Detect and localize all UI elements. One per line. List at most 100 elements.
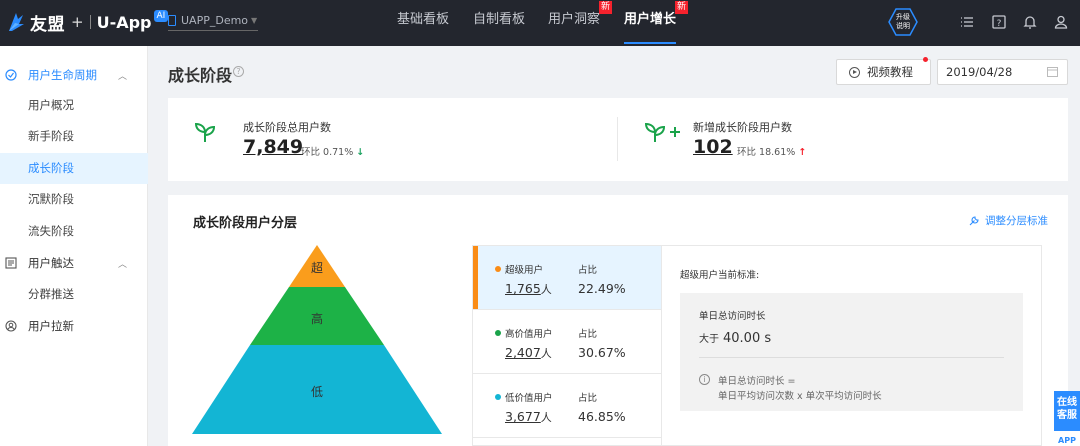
brand-divider [89, 15, 91, 29]
calendar-icon[interactable] [1047, 66, 1058, 77]
active-indicator [473, 246, 478, 309]
sidebar-group-user-lifecycle[interactable]: 用户生命周期 ︿ [0, 60, 148, 90]
segment-count: 2,407人 [505, 345, 552, 361]
segment-ratio: 30.67% [578, 345, 626, 360]
standard-divider [699, 357, 1004, 358]
sidebar-item-label: 分群推送 [28, 287, 74, 301]
nav-tab-label: 自制看板 [473, 12, 526, 27]
kpi-total-users-ratio: 环比 0.71% ↓ [301, 144, 364, 158]
sidebar-item-growth-stage[interactable]: 成长阶段 [0, 153, 148, 184]
segment-count: 1,765人 [505, 281, 552, 297]
online-support-button[interactable]: 在线客服 [1054, 391, 1080, 431]
segment-standard-title: 超级用户当前标准: [680, 270, 760, 281]
sidebar-item-segment-push[interactable]: 分群推送 [0, 279, 148, 310]
segment-count-unit: 人 [540, 347, 552, 360]
segment-row-high[interactable]: 高价值用户 2,407人 占比 30.67% [473, 310, 661, 374]
phone-icon [168, 15, 176, 26]
adjust-segment-standard-link[interactable]: 调整分层标准 [969, 213, 1048, 228]
help-icon[interactable]: ? [991, 14, 1007, 30]
kpi-total-users-label: 成长阶段总用户数 [243, 121, 331, 134]
segment-ratio: 46.85% [578, 409, 626, 424]
sidebar-item-churn-stage[interactable]: 流失阶段 [0, 216, 148, 247]
wrench-icon [969, 215, 979, 225]
legend-dot [495, 394, 501, 400]
segment-ratio: 22.49% [578, 281, 626, 296]
kpi-new-users-ratio: 环比 18.61% ↑ [737, 144, 806, 158]
sidebar-group-label: 用户生命周期 [28, 68, 97, 82]
sidebar-group-user-acquisition[interactable]: 用户拉新 [0, 311, 148, 341]
segment-row-low[interactable]: 低价值用户 3,677人 占比 46.85% [473, 374, 661, 438]
app-selector-value: UAPP_Demo [181, 14, 249, 27]
ai-badge: AI [153, 10, 169, 22]
segment-count-value[interactable]: 2,407 [505, 345, 541, 360]
info-icon: i [699, 374, 710, 385]
user-icon[interactable] [1053, 14, 1069, 30]
adjust-link-label: 调整分层标准 [985, 215, 1048, 227]
top-navbar: 友盟 + U-App AI UAPP_Demo ▼ 基础看板 自制看板 用户洞察… [0, 0, 1080, 46]
sidebar-item-silent-stage[interactable]: 沉默阶段 [0, 184, 148, 215]
sidebar-item-label: 成长阶段 [28, 161, 74, 175]
app-download-button[interactable]: APP [1054, 431, 1080, 446]
nav-tab-custom-dashboard[interactable]: 自制看板 [473, 0, 525, 46]
bell-icon[interactable] [1022, 14, 1038, 30]
kpi-total-users-value[interactable]: 7,849 [243, 136, 303, 158]
sidebar-item-label: 沉默阶段 [28, 192, 74, 206]
sidebar-group-label: 用户触达 [28, 256, 74, 270]
ratio-label: 环比 [737, 147, 757, 158]
standard-metric: 单日总访问时长 [699, 311, 766, 322]
segment-ratio-label: 占比 [578, 265, 598, 276]
legend-dot [495, 330, 501, 336]
upgrade-label-line1: 升级 [896, 13, 910, 21]
brand-plus: + [71, 13, 84, 31]
product-name: U-App [96, 12, 152, 32]
arrow-down-icon: ↓ [356, 147, 365, 158]
segment-name: 高价值用户 [505, 329, 553, 340]
standard-condition: 大于 40.00 s [699, 330, 771, 346]
chevron-down-icon: ▼ [251, 16, 258, 25]
chevron-up-icon: ︿ [118, 259, 128, 270]
kpi-new-users-label: 新增成长阶段用户数 [693, 121, 792, 134]
nav-tab-user-growth[interactable]: 用户增长 新 [624, 0, 689, 46]
sidebar-group-user-reach[interactable]: 用户触达 ︿ [0, 248, 148, 278]
sidebar-item-newbie-stage[interactable]: 新手阶段 [0, 121, 148, 152]
lifecycle-icon [5, 69, 17, 81]
umeng-logo-icon [9, 13, 24, 31]
sprout-icon [194, 122, 216, 142]
brand-name: 友盟 [30, 14, 65, 35]
pyramid-label-low: 低 [311, 385, 324, 399]
sidebar-item-overview[interactable]: 用户概况 [0, 90, 148, 121]
chevron-up-icon: ︿ [118, 71, 128, 82]
upgrade-info-label: 升级 说明 [888, 13, 918, 31]
segment-count-value[interactable]: 1,765 [505, 281, 541, 296]
pyramid-label-high: 高 [311, 312, 324, 326]
app-selector[interactable]: UAPP_Demo ▼ [168, 11, 258, 31]
video-tutorial-label: 视频教程 [867, 65, 913, 79]
nav-tab-user-insight[interactable]: 用户洞察 新 [548, 0, 613, 46]
list-icon[interactable] [959, 14, 975, 30]
nav-tab-label: 基础看板 [397, 12, 450, 27]
video-tutorial-button[interactable]: 视频教程 [836, 59, 931, 85]
segment-row-super[interactable]: 超级用户 1,765人 占比 22.49% [473, 246, 661, 310]
segment-count: 3,677人 [505, 409, 552, 425]
nav-tab-label: 用户增长 [624, 12, 677, 27]
segment-ratio-label: 占比 [578, 393, 598, 404]
segment-count-value[interactable]: 3,677 [505, 409, 541, 424]
pyramid-label-super: 超 [311, 261, 324, 275]
segment-count-unit: 人 [540, 283, 552, 296]
kpi-new-users-value[interactable]: 102 [693, 136, 733, 158]
help-icon[interactable]: ? [233, 66, 244, 77]
segment-ratio-label: 占比 [578, 329, 598, 340]
sidebar: 用户生命周期 ︿ 用户概况 新手阶段 成长阶段 沉默阶段 流失阶段 用户触达 ︿… [0, 46, 148, 446]
formula-line-1: 单日总访问时长 = [718, 376, 796, 387]
logo[interactable]: 友盟 + U-App AI [6, 10, 169, 35]
kpi-divider [617, 117, 618, 161]
segment-table: 超级用户 1,765人 占比 22.49% 高价值用户 2,407人 占比 30… [472, 245, 1042, 446]
segment-name: 低价值用户 [505, 393, 553, 404]
standard-value: 40.00 s [723, 331, 772, 346]
nav-tab-basic-dashboard[interactable]: 基础看板 [397, 0, 449, 46]
ratio-value: 0.71% [323, 147, 354, 158]
sidebar-item-label: 新手阶段 [28, 129, 74, 143]
formula-line-2: 单日平均访问次数 x 单次平均访问时长 [718, 391, 882, 402]
reach-icon [5, 257, 17, 269]
active-tab-underline [624, 42, 677, 44]
